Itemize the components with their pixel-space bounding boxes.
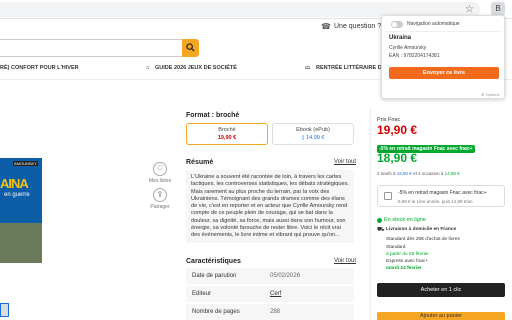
offers-prefix: 2 neufs à xyxy=(377,171,396,176)
characteristics-title: Caractéristiques xyxy=(186,258,241,265)
table-row: Date de parution 05/02/2026 xyxy=(186,268,354,284)
book-cover[interactable]: AMOUNSKY AINA en guerre xyxy=(0,158,42,223)
nav-item-hiver[interactable]: RÈ) CONFORT POUR L'HIVER xyxy=(0,65,79,71)
ebook-price: 14,99 € xyxy=(306,135,325,141)
delivery-line: mardi 24 février xyxy=(386,266,422,271)
add-to-list-label: Mes listes xyxy=(148,178,172,184)
search-icon xyxy=(186,43,195,52)
options-label: Options xyxy=(485,92,500,97)
book-cover-photo xyxy=(0,223,42,263)
send-book-button[interactable]: Envoyer ce livre xyxy=(389,67,499,79)
share-button[interactable]: ⇪ Partager xyxy=(134,188,186,210)
row-key: Editeur xyxy=(192,291,212,297)
cover-thumbnail[interactable] xyxy=(0,303,9,317)
stock-status-icon xyxy=(377,218,382,223)
add-to-list-button[interactable]: ♡ Mes listes xyxy=(134,162,186,184)
popup-ean: EAN : 9782204174381 xyxy=(389,53,440,59)
search-input[interactable] xyxy=(0,39,198,57)
format-title: Format : broché xyxy=(186,112,240,119)
fnac-plus-checkbox[interactable] xyxy=(384,192,392,200)
format-price: 19,90 € xyxy=(217,135,237,141)
main-price: 19,90 € xyxy=(377,123,418,137)
share-icon: ⇪ xyxy=(153,188,167,202)
delivery-title: Livraison à domicile en France xyxy=(386,227,457,232)
help-icon: ☎ xyxy=(321,22,331,31)
extension-icon[interactable]: B xyxy=(491,2,505,16)
delivery-line: à partir du 25 février xyxy=(386,252,429,257)
format-option-broche[interactable]: Broché 19,90 € xyxy=(186,123,268,145)
resume-text: L'Ukraine a souvent été racontée de loin… xyxy=(186,170,354,243)
add-to-cart-button[interactable]: Ajouter au panier xyxy=(377,312,505,320)
characteristics-voir-tout-link[interactable]: Voir tout xyxy=(334,258,356,264)
cover-title: AINA xyxy=(0,176,29,191)
row-value: 288 xyxy=(270,309,281,315)
fnac-plus-price: 9,99 € la 1ère année, puis 14,99 €/an xyxy=(398,199,473,204)
offers-new-price: 19,90 € xyxy=(396,171,412,176)
nav-item-rentree-icon: ▭ xyxy=(305,65,311,71)
offers-mid: et 1 occasion à xyxy=(413,171,444,176)
format-name: Ebook (ePub) xyxy=(296,127,330,133)
nav-item-jeux[interactable]: GUIDE 2026 JEUX DE SOCIÉTÉ xyxy=(155,65,237,71)
row-value: 05/02/2026 xyxy=(270,273,301,279)
page-root: ☆ B ☎ Une question ? RÈ) CONFORT POUR L'… xyxy=(0,0,512,320)
delivery-line: Express avec fnac+ xyxy=(386,259,428,264)
heart-icon: ♡ xyxy=(153,162,167,176)
format-name: Broché xyxy=(218,127,236,133)
offers-used-price: 14,68 € xyxy=(444,171,460,176)
delivery-line: Standard dès 25€ d'achat de livres xyxy=(386,237,460,242)
category-nav: RÈ) CONFORT POUR L'HIVER ⌂ GUIDE 2026 JE… xyxy=(0,63,400,75)
search-button[interactable] xyxy=(182,39,199,57)
table-row: Editeur Cerf xyxy=(186,286,354,302)
resume-title: Résumé xyxy=(186,159,214,166)
characteristics-table: Date de parution 05/02/2026 Editeur Cerf… xyxy=(186,268,354,320)
options-link[interactable]: ⚙ Options xyxy=(481,92,500,97)
stock-status: En stock en ligne xyxy=(384,217,426,223)
popup-book-title: Ukraina xyxy=(389,35,412,41)
fnac-plus-option[interactable]: -5% en retrait magasin Fnac avec fnac+ 9… xyxy=(377,185,505,207)
popup-author: Cyrille Amoursky xyxy=(389,45,427,51)
toggle-label: Navigation automatique xyxy=(407,21,460,27)
auto-navigation-toggle[interactable] xyxy=(391,21,403,28)
row-key: Nombre de pages xyxy=(192,309,240,315)
buy-one-click-button[interactable]: Acheter en 1 clic xyxy=(377,283,505,297)
table-row: Nombre de pages 288 xyxy=(186,304,354,320)
promo-price: 18,90 € xyxy=(377,151,418,165)
cover-subtitle: en guerre xyxy=(4,192,30,198)
question-link[interactable]: Une question ? xyxy=(334,23,381,30)
extension-popup: Navigation automatique Ukraina Cyrille A… xyxy=(381,15,505,99)
format-price: ▯ 14,99 € xyxy=(301,135,325,141)
format-option-ebook[interactable]: Ebook (ePub) ▯ 14,99 € xyxy=(272,123,354,145)
offers-line[interactable]: 2 neufs à 19,90 € et 1 occasion à 14,68 … xyxy=(377,171,460,176)
truck-icon: ⛟ xyxy=(377,227,385,233)
nav-item-jeux-icon: ⌂ xyxy=(146,65,150,71)
row-key: Date de parution xyxy=(192,273,237,279)
publisher-link[interactable]: Cerf xyxy=(270,291,281,297)
popup-divider xyxy=(386,31,502,32)
delivery-line: Standard xyxy=(386,245,406,250)
fnac-plus-title: -5% en retrait magasin Fnac avec fnac+ xyxy=(398,190,487,196)
resume-voir-tout-link[interactable]: Voir tout xyxy=(334,159,356,165)
share-label: Partager xyxy=(150,204,170,210)
cover-author: AMOUNSKY xyxy=(13,161,38,166)
